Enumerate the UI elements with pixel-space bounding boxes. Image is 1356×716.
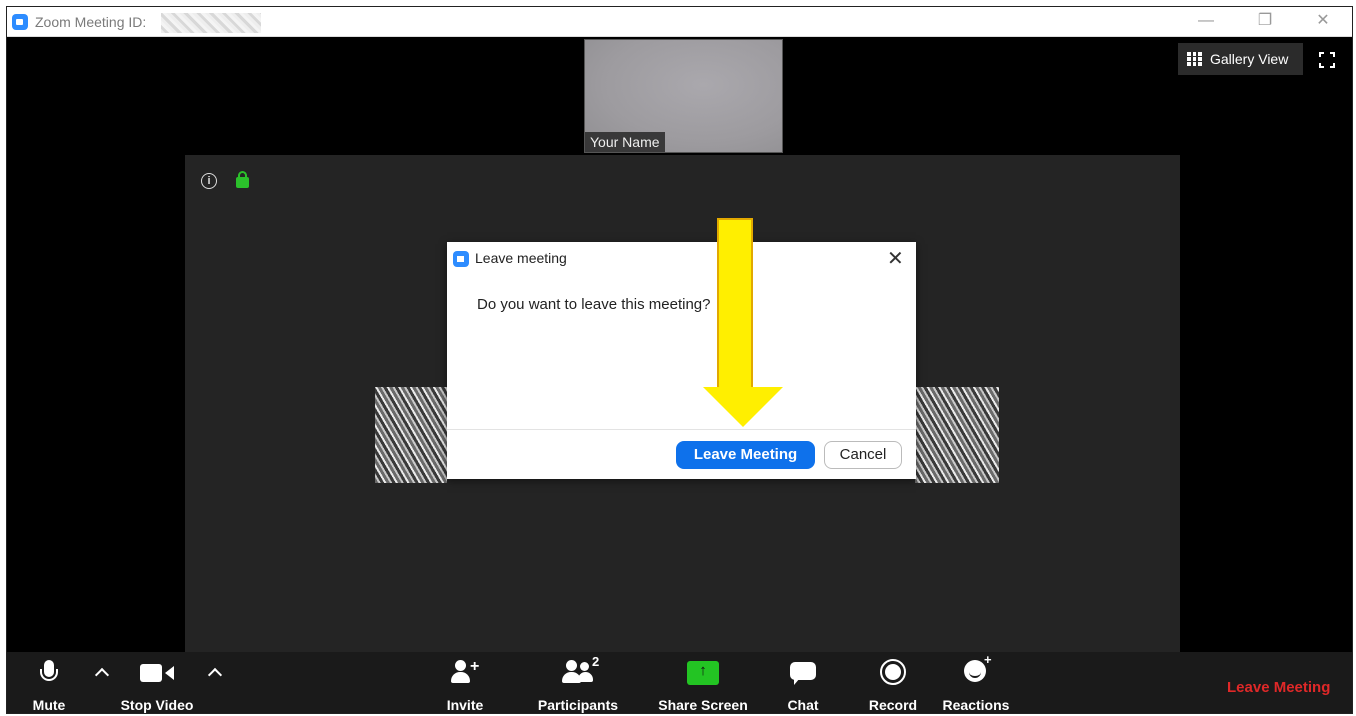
leave-meeting-button[interactable]: Leave Meeting xyxy=(1227,679,1330,696)
lock-icon[interactable] xyxy=(236,171,249,188)
participant-count-badge: 2 xyxy=(592,654,600,669)
record-button[interactable]: Record xyxy=(863,652,923,713)
record-label: Record xyxy=(868,697,918,713)
meeting-toolbar: Mute Stop Video + Invite 2 Participants … xyxy=(7,652,1352,713)
microphone-icon xyxy=(40,660,58,681)
self-video-name: Your Name xyxy=(585,132,665,152)
window-title: Zoom Meeting ID: xyxy=(35,14,147,30)
grid-icon xyxy=(1187,52,1202,66)
gallery-view-button[interactable]: Gallery View xyxy=(1178,43,1303,75)
confirm-leave-meeting-button[interactable]: Leave Meeting xyxy=(676,441,815,469)
dialog-close-icon[interactable]: ✕ xyxy=(887,246,904,271)
zoom-app-icon xyxy=(12,14,28,30)
mute-button[interactable]: Mute xyxy=(21,652,77,713)
mute-label: Mute xyxy=(32,697,66,713)
annotation-arrow-shaft xyxy=(717,218,753,390)
share-screen-icon xyxy=(687,661,719,685)
participant-video-right xyxy=(915,387,999,483)
participants-label: Participants xyxy=(537,697,619,713)
chat-button[interactable]: Chat xyxy=(777,652,829,713)
dialog-message: Do you want to leave this meeting? xyxy=(477,296,711,313)
participants-icon xyxy=(560,660,596,684)
participant-video-left xyxy=(375,387,447,483)
camera-icon xyxy=(140,664,174,682)
add-person-icon: + xyxy=(451,658,479,684)
reactions-label: Reactions xyxy=(942,697,1010,713)
leave-meeting-dialog: Leave meeting ✕ Do you want to leave thi… xyxy=(447,242,916,479)
invite-label: Invite xyxy=(446,697,484,713)
share-screen-button[interactable]: Share Screen xyxy=(655,652,751,713)
video-options-chevron-icon[interactable] xyxy=(207,667,223,683)
zoom-dialog-icon xyxy=(453,251,469,267)
record-icon xyxy=(880,659,906,685)
invite-button[interactable]: + Invite xyxy=(435,652,495,713)
cancel-button[interactable]: Cancel xyxy=(824,441,902,469)
chat-label: Chat xyxy=(787,697,819,713)
fullscreen-icon[interactable] xyxy=(1318,51,1336,69)
stop-video-button[interactable]: Stop Video xyxy=(115,652,199,713)
smiley-add-icon xyxy=(964,652,992,682)
zoom-window: Zoom Meeting ID: — ❐ ✕ Your Name Gallery… xyxy=(6,6,1353,714)
dialog-divider xyxy=(447,429,916,430)
stop-video-label: Stop Video xyxy=(120,697,194,713)
share-screen-label: Share Screen xyxy=(658,697,748,713)
title-bar: Zoom Meeting ID: — ❐ ✕ xyxy=(7,7,1352,37)
gallery-view-label: Gallery View xyxy=(1210,51,1289,67)
reactions-button[interactable]: Reactions xyxy=(939,652,1013,713)
chat-bubble-icon xyxy=(790,662,816,685)
self-video-tile: Your Name xyxy=(584,39,783,153)
minimize-button[interactable]: — xyxy=(1194,10,1218,32)
dialog-title: Leave meeting xyxy=(475,250,567,266)
participants-button[interactable]: 2 Participants xyxy=(534,652,622,713)
restore-button[interactable]: ❐ xyxy=(1253,10,1277,32)
audio-options-chevron-icon[interactable] xyxy=(94,667,110,683)
annotation-arrow-head xyxy=(703,387,783,427)
meeting-id-redacted xyxy=(161,13,261,33)
info-icon[interactable]: i xyxy=(201,173,217,189)
close-window-button[interactable]: ✕ xyxy=(1311,10,1335,32)
